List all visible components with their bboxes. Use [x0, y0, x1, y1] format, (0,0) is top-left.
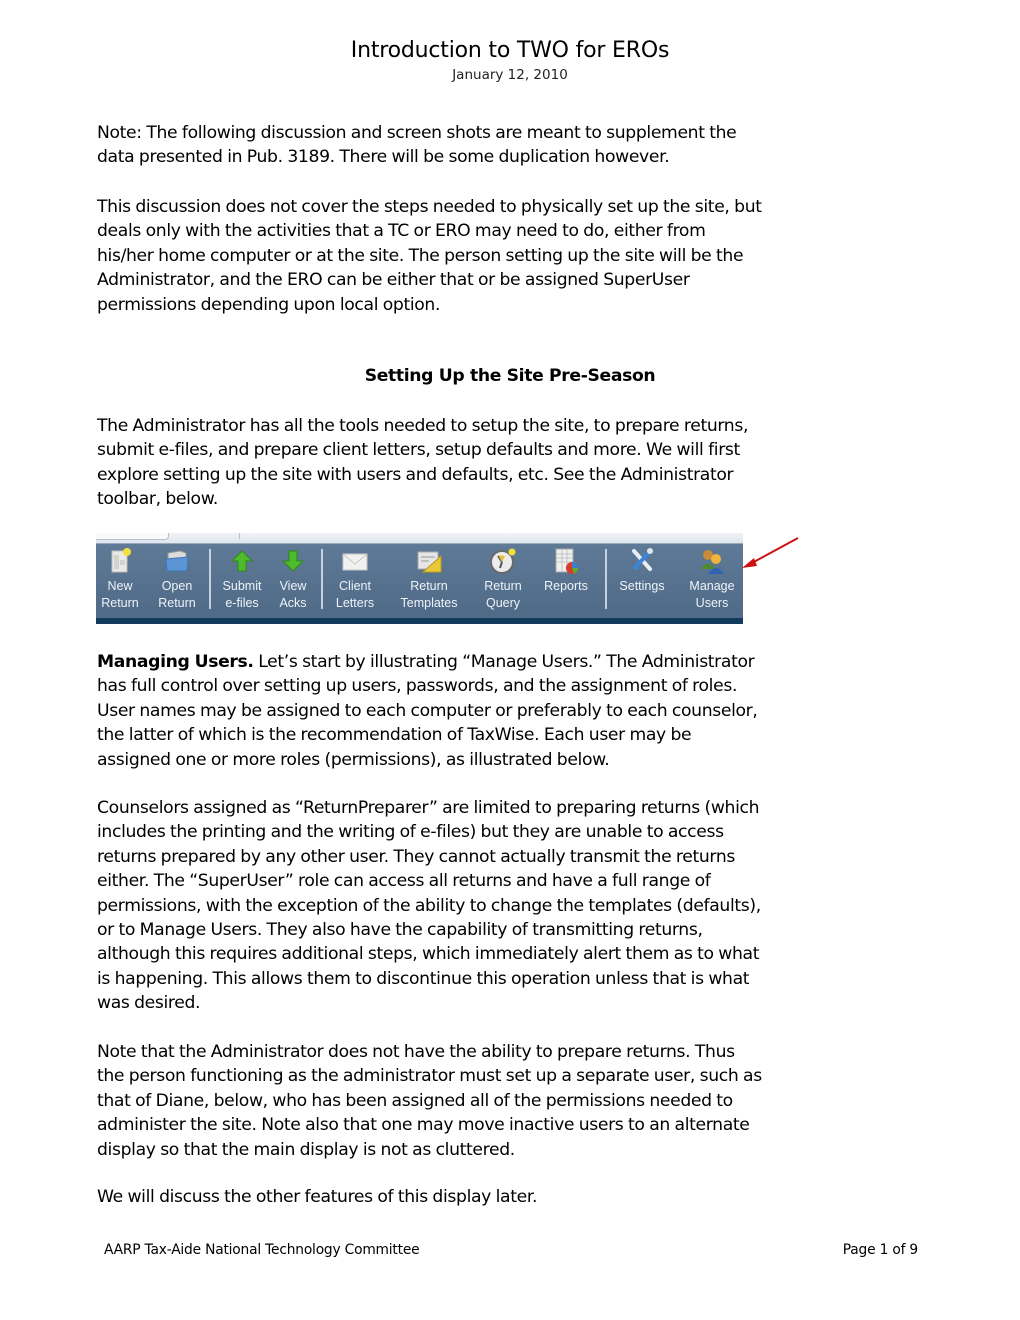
folder-icon [163, 547, 191, 575]
text-line: User names may be assigned to each compu… [97, 700, 758, 721]
document-title: Introduction to TWO for EROs [350, 38, 670, 63]
text-line: administer the site. Note also that one … [97, 1115, 750, 1136]
text-line: This discussion does not cover the steps… [97, 197, 762, 217]
tab-edge [96, 533, 169, 540]
admin-note-paragraph: Note that the Administrator does not hav… [97, 1040, 923, 1162]
scope-paragraph: This discussion does not cover the steps… [97, 195, 923, 317]
arrow-up-icon [228, 547, 256, 575]
return-templates-label-1: Return [410, 579, 448, 593]
toolbar-separator [209, 549, 211, 609]
submit-efiles-label-1: Submit [222, 579, 262, 593]
document-date: January 12, 2010 [452, 67, 568, 83]
reports-label: Reports [544, 579, 588, 593]
admin-tools-paragraph: The Administrator has all the tools need… [97, 414, 923, 512]
settings-button[interactable]: Settings [614, 547, 670, 595]
counselors-paragraph: Counselors assigned as “ReturnPreparer” … [97, 796, 923, 1016]
text-line: was desired. [97, 993, 201, 1014]
open-return-label-2: Return [158, 596, 196, 610]
text-line: has full control over setting up users, … [97, 676, 738, 697]
text-line: includes the printing and the writing of… [97, 822, 724, 843]
text-line: returns prepared by any other user. They… [97, 846, 735, 867]
manage-users-label-1: Manage [689, 579, 735, 593]
open-return-button[interactable]: Open Return [154, 547, 200, 612]
envelope-icon [341, 547, 369, 575]
text-line: Counselors assigned as “ReturnPreparer” … [97, 798, 760, 818]
arrow-down-icon [279, 547, 307, 575]
text-line: Managing Users. Let’s start by illustrat… [97, 650, 923, 674]
annotation-arrow-icon [742, 537, 799, 568]
reports-button[interactable]: Reports [538, 547, 594, 595]
toolbar-separator [605, 549, 607, 609]
view-acks-label-1: View [279, 579, 307, 593]
text-line: Note that the Administrator does not hav… [97, 1042, 735, 1062]
users-icon [698, 547, 726, 575]
tab-edge [239, 533, 276, 539]
report-chart-icon [552, 547, 580, 575]
return-templates-button[interactable]: Return Templates [394, 547, 464, 612]
submit-efiles-label-2: e-files [225, 596, 259, 610]
text-line: The Administrator has all the tools need… [97, 416, 749, 436]
client-letters-button[interactable]: Client Letters [330, 547, 380, 612]
closing-paragraph: We will discuss the other features of th… [97, 1185, 923, 1209]
new-return-label-2: Return [101, 596, 139, 610]
wrench-screwdriver-icon [628, 547, 656, 575]
return-query-button[interactable]: Return Query [478, 547, 528, 612]
managing-users-paragraph: Managing Users. Let’s start by illustrat… [97, 650, 923, 772]
text-line: the person functioning as the administra… [97, 1066, 762, 1087]
settings-label: Settings [619, 579, 665, 593]
return-templates-label-2: Templates [400, 596, 458, 610]
text-line: Administrator, and the ERO can be either… [97, 270, 690, 291]
open-return-label-1: Open [161, 579, 193, 593]
text-line: or to Manage Users. They also have the c… [97, 920, 703, 941]
toolbar-separator [321, 549, 323, 609]
text-span: Let’s start by illustrating “Manage User… [253, 652, 755, 672]
new-return-label-1: New [107, 579, 133, 593]
footer-page-number: Page 1 of 9 [842, 1242, 918, 1258]
view-acks-label-2: Acks [279, 596, 307, 610]
text-line: We will discuss the other features of th… [97, 1187, 538, 1207]
text-line: deals only with the activities that a TC… [97, 221, 706, 242]
text-line: submit e-files, and prepare client lette… [97, 440, 740, 461]
managing-users-lead: Managing Users. [97, 652, 254, 672]
text-line: permissions depending upon local option. [97, 294, 441, 315]
text-line: either. The “SuperUser” role can access … [97, 871, 711, 892]
new-return-button[interactable]: New Return [98, 547, 142, 612]
new-document-icon [106, 547, 134, 575]
text-line: Note: The following discussion and scree… [97, 123, 737, 143]
text-line: explore setting up the site with users a… [97, 464, 734, 485]
text-line: his/her home computer or at the site. Th… [97, 245, 744, 266]
return-query-label-1: Return [484, 579, 522, 593]
manage-users-button[interactable]: Manage Users [683, 547, 741, 612]
submit-efiles-button[interactable]: Submit e-files [218, 547, 266, 612]
template-ruler-icon [415, 547, 443, 575]
clock-icon [489, 547, 517, 575]
text-line: display so that the main display is not … [97, 1139, 515, 1160]
text-line: the latter of which is the recommendatio… [97, 725, 692, 746]
client-letters-label-2: Letters [335, 596, 375, 610]
toolbar-tab-strip [96, 533, 743, 544]
text-line: is happening. This allows them to discon… [97, 968, 750, 989]
text-line: permissions, with the exception of the a… [97, 895, 761, 916]
text-line: toolbar, below. [97, 489, 218, 510]
return-query-label-2: Query [485, 596, 521, 610]
footer-committee: AARP Tax-Aide National Technology Commit… [104, 1242, 420, 1258]
manage-users-label-2: Users [695, 596, 729, 610]
section-heading: Setting Up the Site Pre-Season [364, 366, 656, 386]
view-acks-button[interactable]: View Acks [272, 547, 314, 612]
text-line: although this requires additional steps,… [97, 944, 760, 965]
note-paragraph: Note: The following discussion and scree… [97, 121, 923, 170]
toolbar-bottom-bar [96, 618, 743, 624]
client-letters-label-1: Client [339, 579, 371, 593]
text-line: that of Diane, below, who has been assig… [97, 1090, 733, 1111]
text-line: assigned one or more roles (permissions)… [97, 749, 610, 770]
text-line: data presented in Pub. 3189. There will … [97, 147, 670, 168]
administrator-toolbar-screenshot: New Return Open Return Submit e-files Vi… [96, 533, 743, 624]
